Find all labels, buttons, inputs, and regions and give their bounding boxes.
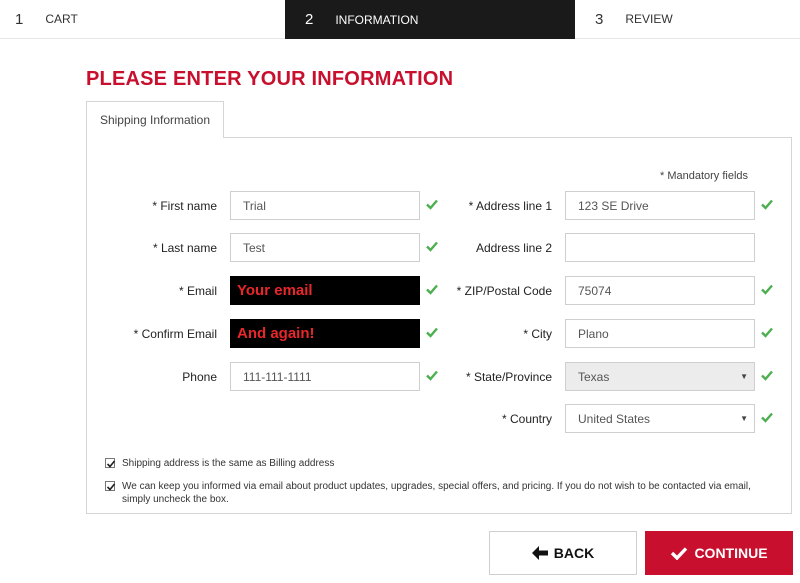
step-label: REVIEW [625,12,673,26]
valid-check-icon [761,412,773,423]
first-name-label: * First name [152,199,217,213]
valid-check-icon [761,199,773,210]
phone-label: Phone [182,370,217,384]
step-review: 3 REVIEW [575,0,800,39]
step-cart[interactable]: 1 CART [0,0,285,39]
back-button[interactable]: BACK [489,531,637,575]
email-optin-text-line1: We can keep you informed via email about… [122,481,751,492]
back-button-label: BACK [553,545,595,561]
checkout-steps: 1 CART 2 INFORMATION 3 REVIEW [0,0,800,39]
same-billing-text: Shipping address is the same as Billing … [122,458,335,469]
state-select[interactable]: Texas ▼ [565,362,755,391]
valid-check-icon [761,370,773,381]
valid-check-icon [761,284,773,295]
country-value: United States [578,411,651,426]
step-number: 3 [595,10,604,28]
address-line1-label: * Address line 1 [468,199,552,213]
arrow-left-icon [531,546,548,560]
continue-button[interactable]: CONTINUE [645,531,793,575]
dropdown-caret-icon: ▼ [740,372,748,381]
country-label: * Country [501,412,552,426]
same-billing-checkbox[interactable] [105,458,116,468]
step-information: 2 INFORMATION [285,0,575,39]
tab-shipping-information[interactable]: Shipping Information [86,101,224,138]
email-label: * Email [178,284,217,298]
step-number: 2 [305,11,314,28]
zip-label: * ZIP/Postal Code [456,284,552,298]
city-input[interactable]: Plano [565,319,755,348]
address-line1-input[interactable]: 123 SE Drive [565,191,755,220]
step-number: 1 [15,10,24,28]
continue-button-label: CONTINUE [694,545,768,561]
city-label: * City [523,327,552,341]
checkmark-icon [106,460,116,468]
address-line2-input[interactable] [565,233,755,262]
valid-check-icon [761,327,773,338]
checkmark-icon [671,547,688,560]
confirm-email-label: * Confirm Email [133,327,217,341]
step-label: INFORMATION [335,12,419,27]
email-optin-text-line2: simply uncheck the box. [122,494,229,505]
state-value: Texas [578,369,610,384]
mandatory-note: * Mandatory fields [660,170,749,182]
page-title: PLEASE ENTER YOUR INFORMATION [86,68,454,90]
zip-input[interactable]: 75074 [565,276,755,305]
dropdown-caret-icon: ▼ [740,414,748,423]
state-label: * State/Province [465,370,552,384]
email-optin-checkbox[interactable] [105,481,116,491]
same-billing-row: Shipping address is the same as Billing … [105,457,334,470]
checkmark-icon [106,483,116,491]
step-label: CART [45,12,78,26]
country-select[interactable]: United States ▼ [565,404,755,433]
last-name-label: * Last name [152,241,217,255]
email-optin-row: We can keep you informed via email about… [105,480,785,506]
address-line2-label: Address line 2 [475,241,552,255]
